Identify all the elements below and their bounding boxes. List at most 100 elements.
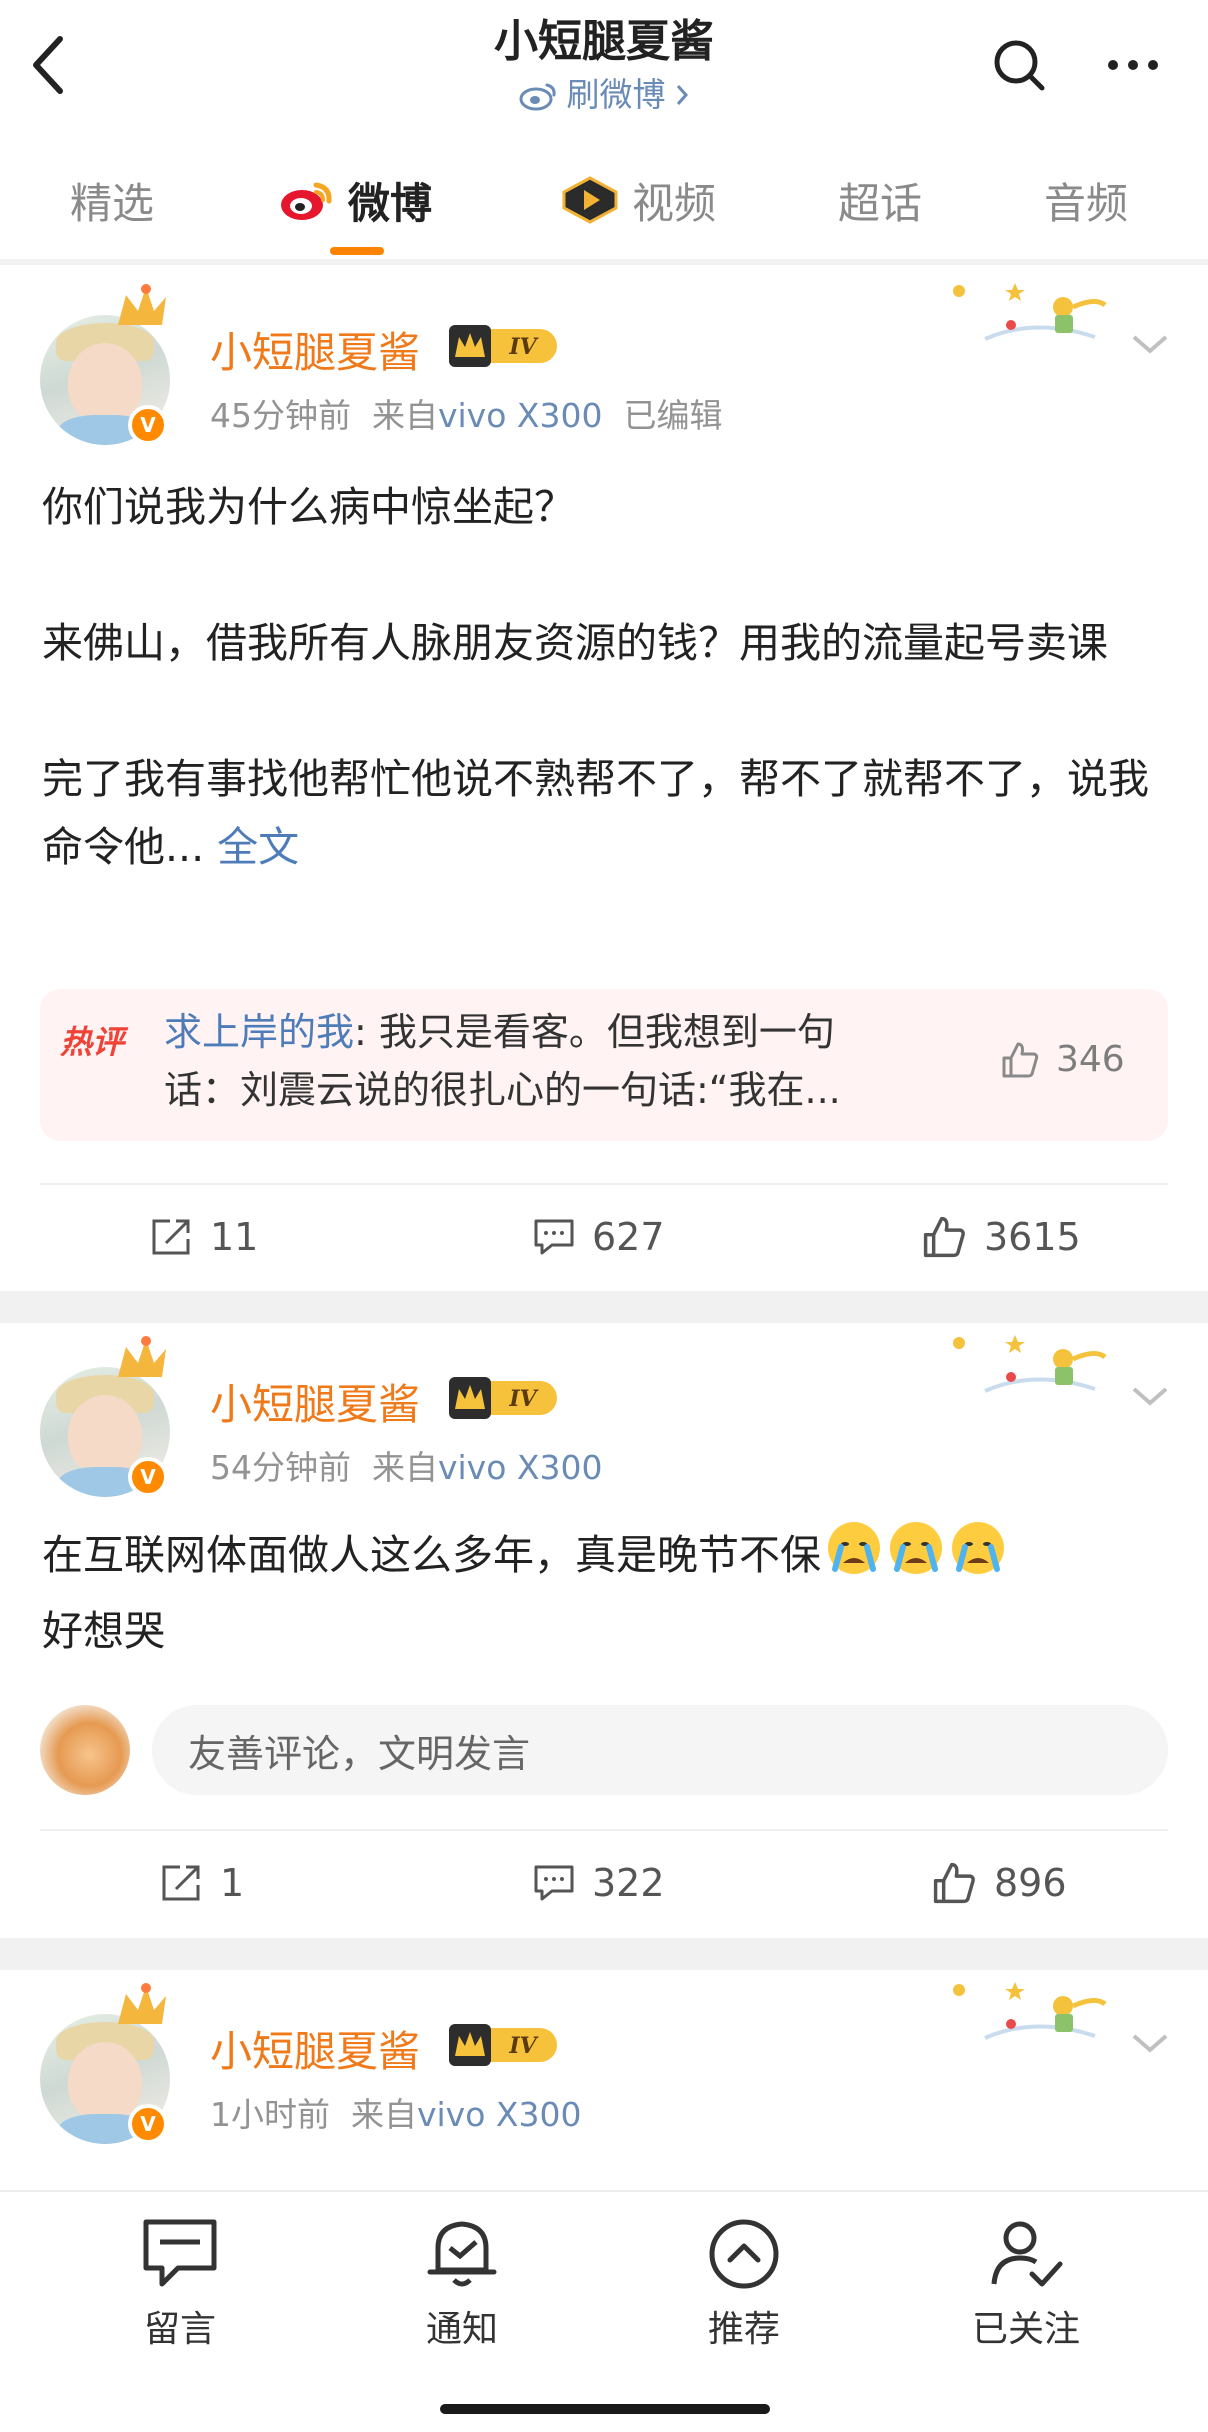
post-source[interactable]: vivo X300 [438,396,603,435]
chevron-down-icon[interactable] [1128,329,1172,359]
verified-badge: V [128,2104,168,2144]
bottom-bar-label: 推荐 [707,2309,780,2350]
thumbs-up-icon [933,1862,975,1904]
tab-supertopic[interactable]: 超话 [838,165,922,235]
post-actions: 1 322 896 [0,1833,1208,1933]
username[interactable]: 小短腿夏酱 [210,2018,420,2079]
post-paragraph: 完了我有事找他帮忙他说不熟帮不了，帮不了就帮不了，说我命令他... 全文 [42,745,1172,881]
comment-icon [534,1865,574,1901]
quick-comment-row: 友善评论，文明发言 [40,1705,1168,1795]
hot-comment[interactable]: 热评 求上岸的我: 我只是看客。但我想到一句 话：刘震云说的很扎心的一句话:“我… [40,989,1168,1141]
post-source[interactable]: vivo X300 [417,2095,582,2134]
username[interactable]: 小短腿夏酱 [210,319,420,380]
thumbs-up-icon [923,1216,965,1258]
like-count: 3615 [984,1215,1081,1259]
post-content: 在互联网体面做人这么多年，真是晚节不保 好想哭 [42,1519,1172,1665]
more-button[interactable] [1098,30,1168,100]
hot-comment-line2: 话：刘震云说的很扎心的一句话:“我在... [164,1068,841,1112]
post-card[interactable]: V 小短腿夏酱 IV 1小时前 来自vivo X300 [0,1970,1208,2190]
edited-label: 已编辑 [623,396,723,435]
post-source[interactable]: vivo X300 [438,1448,603,1487]
hot-comment-line1: : 我只是看客。但我想到一句 [354,1010,835,1054]
top-navigation-bar: 小短腿夏酱 刷微博 [0,0,1208,135]
chevron-down-icon[interactable] [1128,2028,1172,2058]
post-meta: 45分钟前 来自vivo X300 已编辑 [210,389,722,437]
tab-label: 超话 [838,178,923,228]
tab-featured[interactable]: 精选 [70,165,154,235]
little-prince-card-decoration [945,277,1115,347]
repost-button[interactable]: 1 [160,1833,244,1933]
hot-comment-like-button[interactable]: 346 [1000,1039,1125,1080]
full-text-link[interactable]: 全文 [217,823,299,871]
post-actions: 11 627 3615 [0,1187,1208,1287]
tab-weibo[interactable]: 微博 [278,165,432,235]
post-paragraph-text: 完了我有事找他帮忙他说不熟帮不了，帮不了就帮不了，说我命令他... [42,755,1149,871]
level-text: IV [508,334,538,360]
search-button[interactable] [984,30,1054,100]
notification-button[interactable]: 通知 [382,2216,542,2356]
chevron-right-icon [676,85,688,105]
active-tab-indicator [330,247,384,255]
refresh-weibo-link[interactable]: 刷微博 [519,72,690,118]
post-card[interactable]: V 小短腿夏酱 IV 45分钟前 来自vivo X300 已编辑 你们说我为什么… [0,271,1208,1291]
weibo-logo-icon [281,182,332,220]
post-time: 54分钟前 [210,1448,351,1487]
source-prefix: 来自 [350,2095,417,2134]
source-prefix: 来自 [371,396,438,435]
hot-comment-tag: 热评 [60,1023,125,1061]
recommend-icon [709,2219,779,2289]
comment-count: 322 [592,1861,665,1905]
avatar-pendant-icon [118,1983,166,2024]
post-paragraph: 你们说我为什么病中惊坐起？ [42,483,575,531]
post-meta: 1小时前 来自vivo X300 [210,2088,582,2136]
profile-tabs: 精选 微博 视频 超话 音频 [0,135,1208,265]
repost-icon [162,1865,200,1901]
thumbs-up-icon [1002,1042,1039,1077]
like-button[interactable]: 896 [930,1833,1067,1933]
avatar-pendant-icon [118,1336,166,1377]
username[interactable]: 小短腿夏酱 [210,1371,420,1432]
divider [40,1183,1168,1185]
comment-count: 627 [592,1215,665,1259]
crying-face-icon [825,1519,1005,1597]
like-button[interactable]: 3615 [920,1187,1081,1287]
repost-icon [152,1219,190,1255]
chevron-down-icon[interactable] [1128,1381,1172,1411]
post-time: 45分钟前 [210,396,351,435]
vip-level-badge-icon: IV [449,325,557,367]
vip-level-badge-icon: IV [449,1377,557,1419]
post-paragraph: 来佛山，借我所有人脉朋友资源的钱？用我的流量起号卖课 [42,619,1108,667]
post-meta: 54分钟前 来自vivo X300 [210,1441,603,1489]
recommend-button[interactable]: 推荐 [664,2216,824,2356]
post-separator [0,1291,1208,1323]
weibo-logo-icon [519,83,556,111]
hot-comment-user[interactable]: 求上岸的我 [164,1010,354,1054]
comment-input[interactable]: 友善评论，文明发言 [152,1705,1168,1795]
home-indicator [440,2404,770,2414]
post-card[interactable]: V 小短腿夏酱 IV 54分钟前 来自vivo X300 在互联网体面做人这么多… [0,1323,1208,1938]
vip-level-badge-icon: IV [449,2024,557,2066]
comment-button[interactable]: 322 [532,1833,665,1933]
little-prince-card-decoration [945,1329,1115,1399]
more-icon [1108,60,1158,70]
like-count: 896 [994,1861,1067,1905]
tab-audio[interactable]: 音频 [1044,165,1128,235]
post-line: 在互联网体面做人这么多年，真是晚节不保 [42,1531,821,1579]
tab-video[interactable]: 视频 [560,165,716,235]
source-prefix: 来自 [371,1448,438,1487]
repost-button[interactable]: 11 [150,1187,258,1287]
video-badge-icon [562,176,618,224]
tab-label: 精选 [70,178,155,228]
subtitle-label: 刷微博 [566,75,666,114]
comment-button[interactable]: 627 [532,1187,665,1287]
followed-button[interactable]: 已关注 [946,2216,1106,2356]
comment-icon [534,1219,574,1255]
post-separator [0,1938,1208,1970]
my-avatar [40,1705,130,1795]
message-button[interactable]: 留言 [100,2216,260,2356]
followed-user-icon [991,2221,1063,2287]
repost-count: 11 [210,1215,259,1259]
level-text: IV [508,2033,538,2059]
verified-badge: V [128,405,168,445]
repost-count: 1 [220,1861,245,1905]
